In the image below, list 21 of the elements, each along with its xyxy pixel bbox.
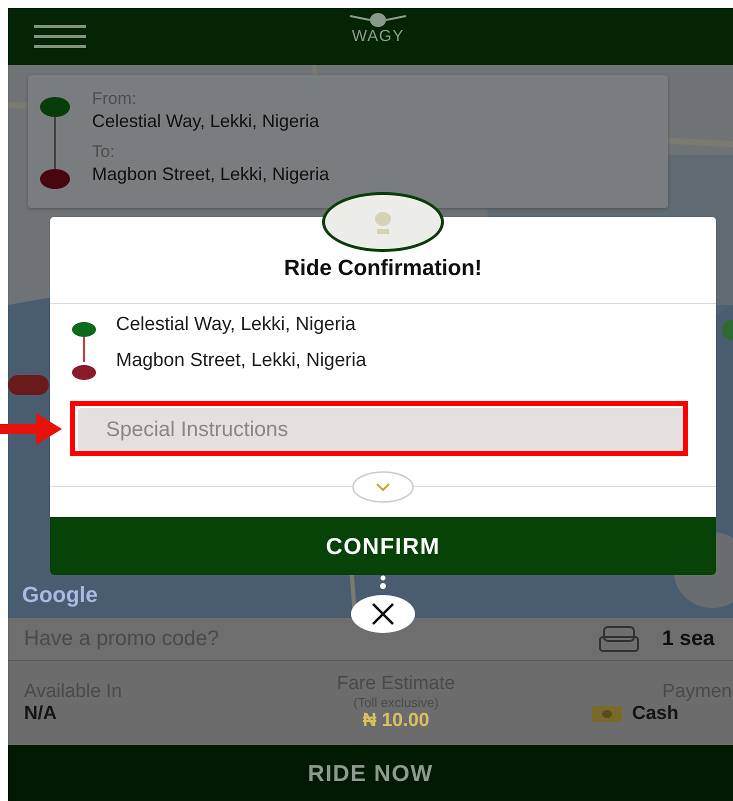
payment-method[interactable]: Cash xyxy=(632,703,678,725)
map-attribution: Google xyxy=(22,582,98,608)
seat-count[interactable]: 1 sea xyxy=(662,627,733,651)
fare-value: ₦ 10.00 xyxy=(362,710,430,732)
destination-dot xyxy=(40,169,70,189)
ride-now-button[interactable]: RIDE NOW xyxy=(8,745,733,801)
close-icon[interactable] xyxy=(350,594,416,634)
logo-text: WAGY xyxy=(352,28,404,46)
dialog-title: Ride Confirmation! xyxy=(50,255,716,304)
from-address[interactable]: Celestial Way, Lekki, Nigeria xyxy=(92,111,330,132)
seat-icon xyxy=(598,625,640,653)
confirm-button[interactable]: CONFIRM xyxy=(50,517,716,575)
arrow-icon xyxy=(0,411,62,447)
special-instructions-field[interactable]: Special Instructions xyxy=(78,408,684,452)
stop-address: Celestial Way, Lekki, Nigeria xyxy=(116,314,357,336)
stop-address: Magbon Street, Lekki, Nigeria xyxy=(116,350,366,372)
origin-dot xyxy=(40,97,70,117)
menu-icon[interactable] xyxy=(34,24,86,48)
cash-icon xyxy=(592,706,622,722)
to-address[interactable]: Magbon Street, Lekki, Nigeria xyxy=(92,164,330,185)
available-value: N/A xyxy=(24,703,58,725)
